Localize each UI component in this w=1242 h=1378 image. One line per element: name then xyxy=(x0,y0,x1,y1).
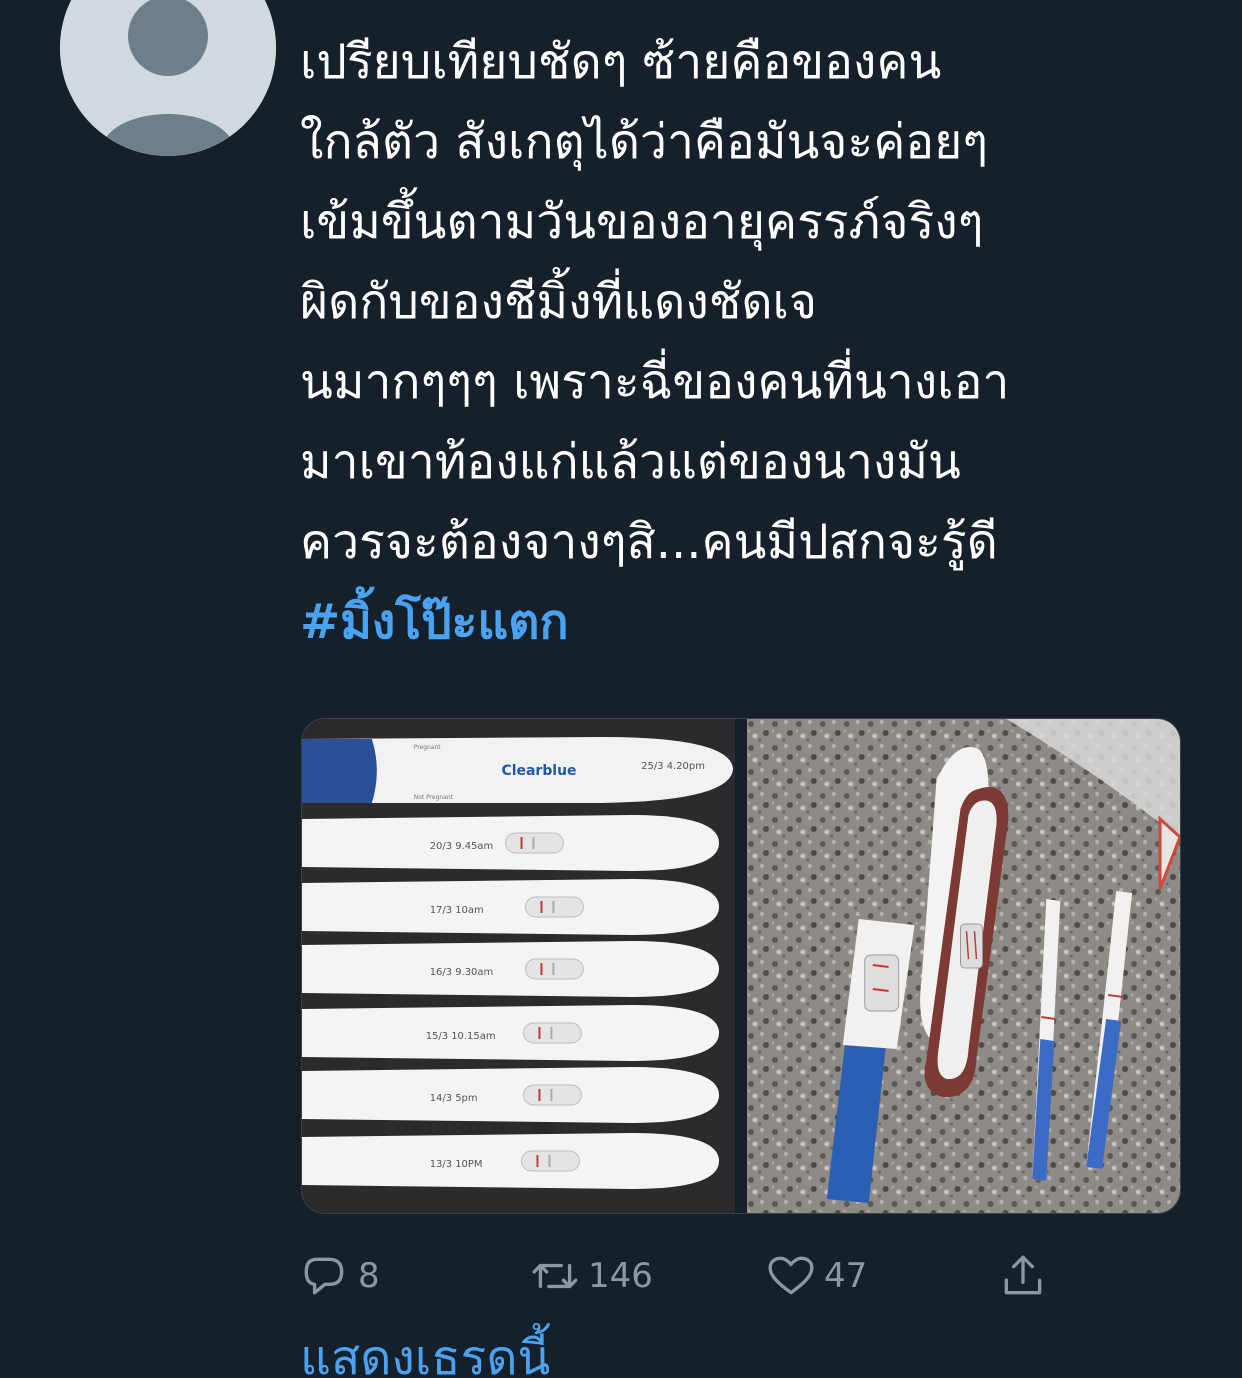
like-count: 47 xyxy=(824,1256,868,1296)
show-thread-link[interactable]: แสดงเธรดนี้ xyxy=(300,1318,550,1378)
tweet-text-line: เปรียบเทียบชัดๆ ซ้ายคือของคน xyxy=(300,34,942,90)
retweet-count: 146 xyxy=(588,1256,653,1296)
tweet-text-line: มาเขาท้องแก่แล้วแต่ของนางมัน xyxy=(300,434,961,490)
pregnancy-tests-photo: Pregnant Not Pregnant Clearblue 25/3 4.2… xyxy=(302,719,735,1213)
test-date-label: 16/3 9.30am xyxy=(430,967,494,978)
test-date-label: 17/3 10am xyxy=(430,905,484,916)
retweet-icon xyxy=(532,1263,578,1289)
reply-count: 8 xyxy=(358,1256,380,1296)
default-avatar-icon xyxy=(60,0,276,156)
test-date-label: 13/3 10PM xyxy=(430,1159,483,1170)
tweet-text-line: ผิดกับของชีมิ้งที่แดงชัดเจ xyxy=(300,274,818,330)
pregnant-label: Pregnant xyxy=(414,744,442,751)
avatar[interactable] xyxy=(60,0,276,156)
not-pregnant-label: Not Pregnant xyxy=(414,794,454,801)
tweet-media: Pregnant Not Pregnant Clearblue 25/3 4.2… xyxy=(301,718,1181,1214)
tweet-text-line: ควรจะต้องจางๆสิ...คนมีปสกจะรู้ดี xyxy=(300,514,998,570)
hashtag-link[interactable]: #มิ้งโป๊ะแตก xyxy=(300,582,1200,662)
tweet-text-line: เข้มขึ้นตามวันของอายุครรภ์จริงๆ xyxy=(300,194,984,250)
tweet-text-line: ใกล้ตัว สังเกตุได้ว่าคือมันจะค่อยๆ xyxy=(300,114,989,170)
reply-icon xyxy=(304,1257,344,1295)
media-photo-left[interactable]: Pregnant Not Pregnant Clearblue 25/3 4.2… xyxy=(302,719,735,1213)
retweet-button[interactable]: 146 xyxy=(530,1248,653,1304)
reply-button[interactable]: 8 xyxy=(300,1248,380,1304)
brand-label: Clearblue xyxy=(502,763,577,779)
test-date-label: 20/3 9.45am xyxy=(430,841,494,852)
tweet-text: เปรียบเทียบชัดๆ ซ้ายคือของคน ใกล้ตัว สัง… xyxy=(300,22,1200,662)
test-date-label: 14/3 5pm xyxy=(430,1093,478,1104)
share-icon xyxy=(1004,1255,1042,1295)
like-button[interactable]: 47 xyxy=(766,1248,867,1304)
media-photo-right[interactable] xyxy=(747,719,1180,1213)
share-button[interactable] xyxy=(998,1248,1048,1304)
tweet-actions: 8 146 47 xyxy=(300,1248,1100,1304)
tweet-text-line: นมากๆๆๆ เพราะฉี่ของคนที่นางเอา xyxy=(300,354,1010,410)
test-date-label: 25/3 4.20pm xyxy=(641,761,705,772)
test-date-label: 15/3 10.15am xyxy=(426,1031,496,1042)
heart-icon xyxy=(768,1256,814,1295)
granite-tests-photo xyxy=(747,719,1180,1213)
